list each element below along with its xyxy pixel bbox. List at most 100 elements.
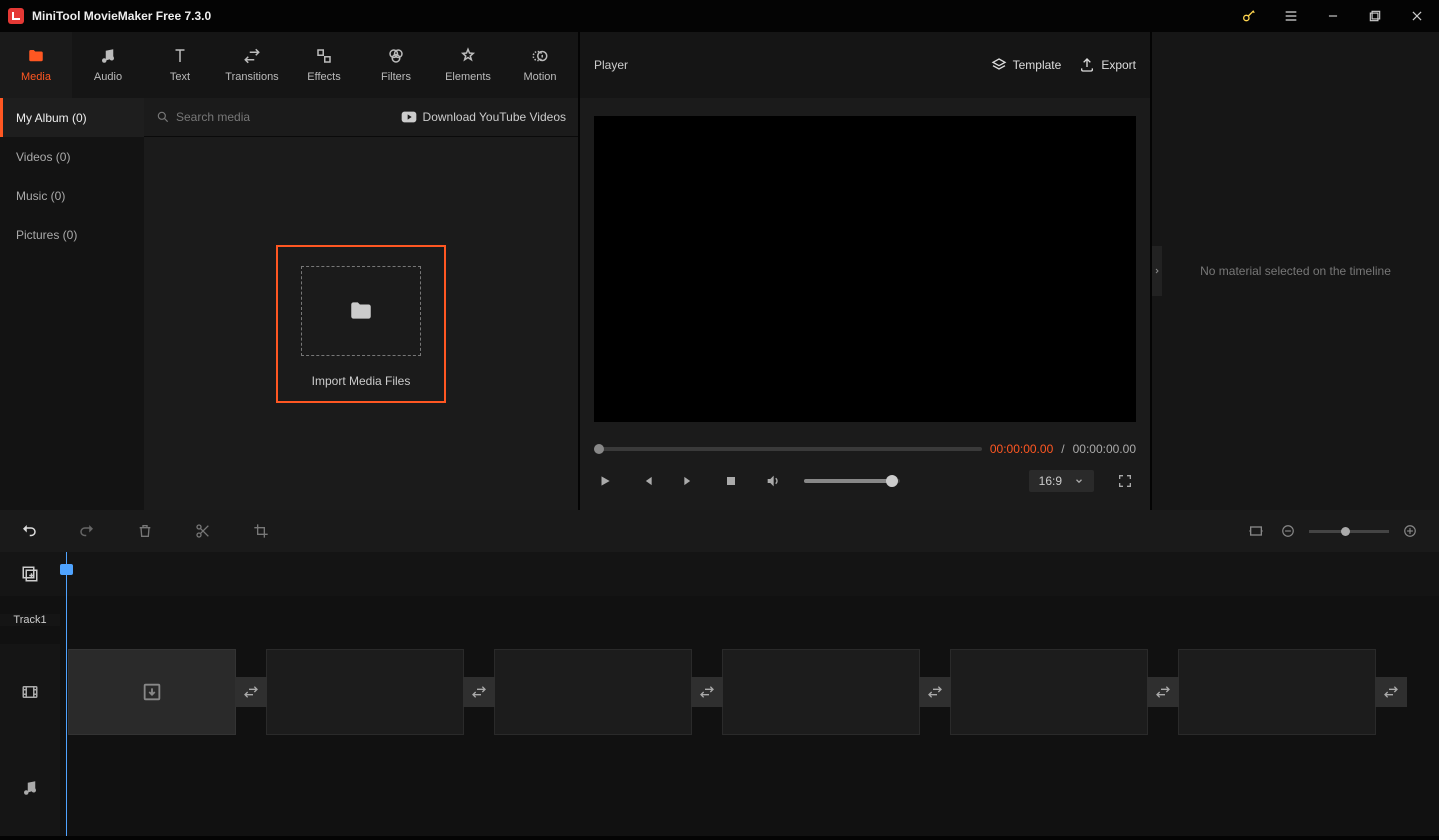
filters-icon xyxy=(387,47,405,65)
export-label: Export xyxy=(1101,58,1136,72)
app-logo-icon xyxy=(8,8,24,24)
ribbon-tab-filters[interactable]: Filters xyxy=(360,32,432,98)
maximize-button[interactable] xyxy=(1361,2,1389,30)
license-key-icon[interactable] xyxy=(1235,2,1263,30)
sidebar-item-music[interactable]: Music (0) xyxy=(0,176,144,215)
fullscreen-button[interactable] xyxy=(1114,470,1136,492)
import-media-label: Import Media Files xyxy=(312,374,411,388)
download-youtube-link[interactable]: Download YouTube Videos xyxy=(401,110,566,124)
search-wrap xyxy=(156,110,393,124)
timeline-slot[interactable] xyxy=(950,649,1148,735)
timeline-toolbar-right xyxy=(1245,520,1421,542)
sidebar-item-my-album[interactable]: My Album (0) xyxy=(0,98,144,137)
audio-track xyxy=(0,740,1439,836)
ribbon: Media Audio Text Transitions Effects Fil… xyxy=(0,32,578,98)
preview-wrap: 00:00:00.00 / 00:00:00.00 16:9 xyxy=(580,98,1150,510)
media-row: My Album (0) Videos (0) Music (0) Pictur… xyxy=(0,98,578,510)
ribbon-tab-motion[interactable]: Motion xyxy=(504,32,576,98)
transition-slot[interactable] xyxy=(1375,677,1407,707)
timeline-toolbar xyxy=(0,510,1439,552)
search-input[interactable] xyxy=(176,110,393,124)
playhead[interactable] xyxy=(66,552,67,836)
zoom-out-button[interactable] xyxy=(1277,520,1299,542)
close-button[interactable] xyxy=(1403,2,1431,30)
seek-slider[interactable] xyxy=(594,447,982,451)
volume-button[interactable] xyxy=(762,470,784,492)
zoom-slider[interactable] xyxy=(1309,530,1389,533)
transitions-icon xyxy=(243,47,261,65)
timeline-slot[interactable] xyxy=(722,649,920,735)
import-media-button[interactable]: Import Media Files xyxy=(276,245,446,403)
ribbon-tab-audio[interactable]: Audio xyxy=(72,32,144,98)
transition-slot[interactable] xyxy=(1147,677,1179,707)
transition-slot[interactable] xyxy=(235,677,267,707)
ribbon-tab-label: Text xyxy=(170,71,190,83)
split-button[interactable] xyxy=(192,520,214,542)
audio-track-icon[interactable] xyxy=(0,740,60,836)
next-frame-button[interactable] xyxy=(678,470,700,492)
ribbon-tab-elements[interactable]: Elements xyxy=(432,32,504,98)
timeline-ruler[interactable] xyxy=(60,552,1439,596)
search-icon xyxy=(156,110,170,124)
import-drop-zone xyxy=(301,266,421,356)
download-youtube-label: Download YouTube Videos xyxy=(423,110,566,124)
ribbon-tab-label: Elements xyxy=(445,71,491,83)
transition-slot[interactable] xyxy=(463,677,495,707)
crop-button[interactable] xyxy=(250,520,272,542)
template-icon xyxy=(991,57,1007,73)
ribbon-tab-text[interactable]: Text xyxy=(144,32,216,98)
time-current: 00:00:00.00 xyxy=(990,442,1053,456)
player-actions: Template Export xyxy=(991,57,1136,73)
media-content: Import Media Files xyxy=(144,137,578,510)
redo-button[interactable] xyxy=(76,520,98,542)
audio-track-content[interactable] xyxy=(60,740,1439,836)
timeline-slot[interactable] xyxy=(494,649,692,735)
ribbon-tab-label: Media xyxy=(21,71,51,83)
export-icon xyxy=(1079,57,1095,73)
zoom-in-button[interactable] xyxy=(1399,520,1421,542)
video-track xyxy=(0,644,1439,740)
ribbon-tab-label: Transitions xyxy=(225,71,278,83)
transition-slot[interactable] xyxy=(691,677,723,707)
ribbon-tab-effects[interactable]: Effects xyxy=(288,32,360,98)
title-bar: MiniTool MovieMaker Free 7.3.0 xyxy=(0,0,1439,32)
delete-button[interactable] xyxy=(134,520,156,542)
media-toolbar: Download YouTube Videos xyxy=(144,98,578,137)
template-button[interactable]: Template xyxy=(991,57,1062,73)
prev-frame-button[interactable] xyxy=(636,470,658,492)
player-title: Player xyxy=(594,58,628,72)
video-preview[interactable] xyxy=(594,116,1136,422)
timeline-slot[interactable] xyxy=(68,649,236,735)
zoom-thumb[interactable] xyxy=(1341,527,1350,536)
panel-collapse-handle[interactable] xyxy=(1152,246,1162,296)
video-track-content[interactable] xyxy=(60,644,1439,740)
volume-thumb[interactable] xyxy=(886,475,898,487)
add-track-button[interactable] xyxy=(0,552,60,596)
media-panel: Media Audio Text Transitions Effects Fil… xyxy=(0,32,578,510)
sidebar-item-pictures[interactable]: Pictures (0) xyxy=(0,215,144,254)
sidebar-item-videos[interactable]: Videos (0) xyxy=(0,137,144,176)
play-button[interactable] xyxy=(594,470,616,492)
transition-slot[interactable] xyxy=(919,677,951,707)
track-label-row: Track1 xyxy=(0,596,1439,644)
undo-button[interactable] xyxy=(18,520,40,542)
youtube-icon xyxy=(401,111,417,123)
chevron-down-icon xyxy=(1074,476,1084,486)
player-controls: 16:9 xyxy=(594,470,1136,492)
ribbon-tab-media[interactable]: Media xyxy=(0,32,72,98)
stop-button[interactable] xyxy=(720,470,742,492)
effects-icon xyxy=(315,47,333,65)
timeline-slot[interactable] xyxy=(1178,649,1376,735)
properties-empty-text: No material selected on the timeline xyxy=(1200,264,1391,278)
timeline-slot[interactable] xyxy=(266,649,464,735)
volume-slider[interactable] xyxy=(804,479,900,483)
seek-thumb[interactable] xyxy=(594,444,604,454)
player-panel: Player Template Export 00:00:00.00 / 00:… xyxy=(578,32,1150,510)
minimize-button[interactable] xyxy=(1319,2,1347,30)
export-button[interactable]: Export xyxy=(1079,57,1136,73)
auto-fit-button[interactable] xyxy=(1245,520,1267,542)
hamburger-menu-icon[interactable] xyxy=(1277,2,1305,30)
video-track-icon[interactable] xyxy=(0,644,60,740)
ribbon-tab-transitions[interactable]: Transitions xyxy=(216,32,288,98)
aspect-ratio-select[interactable]: 16:9 xyxy=(1029,470,1094,492)
